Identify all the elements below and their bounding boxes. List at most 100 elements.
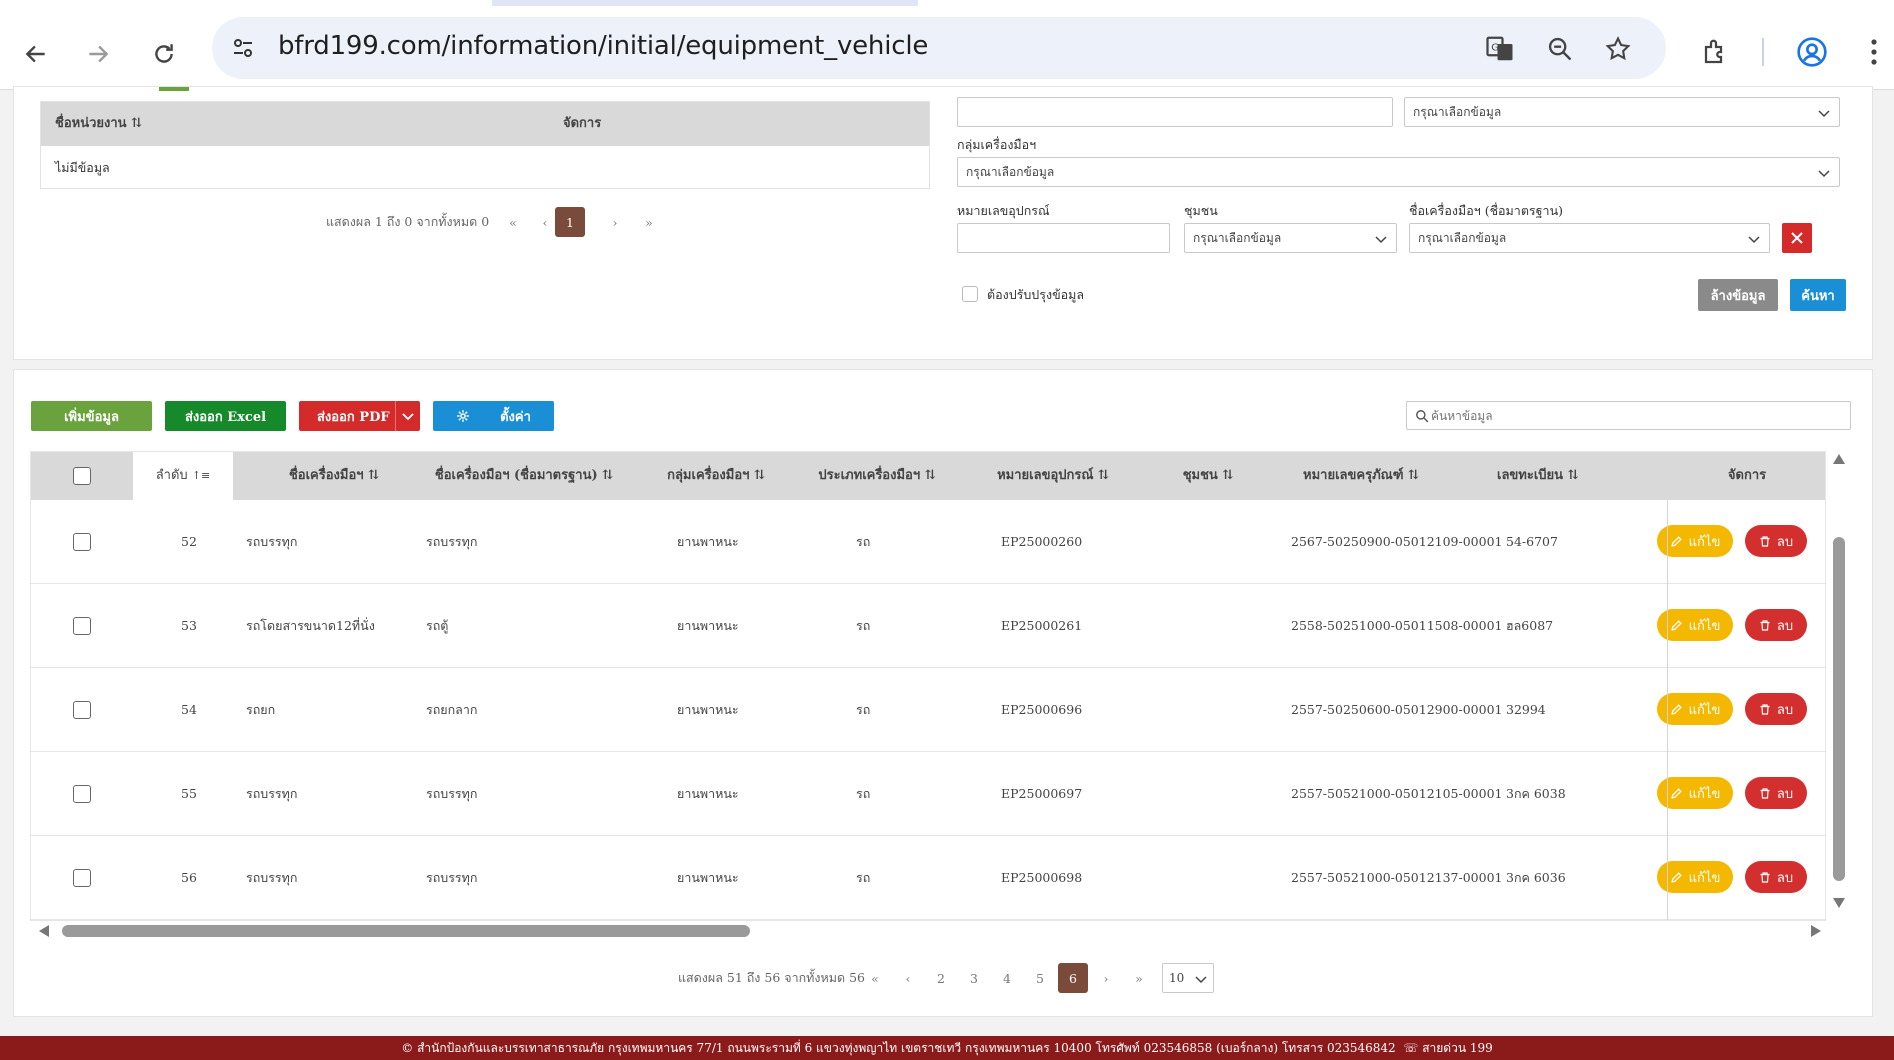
col-unit-label: ชื่อหน่วยงาน [55,116,127,131]
page-6-button[interactable]: 6 [1058,963,1088,993]
cell-group: ยานพาหนะ [677,534,739,549]
row-checkbox[interactable] [73,701,91,719]
cell-order: 55 [181,786,197,801]
col-std-name-label: ชื่อเครื่องมือฯ (ชื่อมาตรฐาน) [434,468,598,483]
col-asset-no-label: หมายเลขครุภัณฑ์ [1303,468,1404,483]
update-checkbox[interactable] [962,286,978,302]
reload-button[interactable] [140,30,188,78]
std-name-select[interactable]: กรุณาเลือกข้อมูล [1409,223,1770,253]
profile-avatar-icon[interactable] [1790,30,1834,74]
back-button[interactable] [12,30,60,78]
footer-hotline: สายด่วน 199 [1422,1041,1493,1055]
chevron-down-icon [402,413,414,421]
page-4-button[interactable]: 4 [992,963,1022,993]
col-name-label: ชื่อเครื่องมือฯ [288,468,364,483]
select-all-checkbox[interactable] [73,467,91,485]
horizontal-scrollbar[interactable] [34,922,1826,940]
address-bar[interactable]: bfrd199.com/information/initial/equipmen… [212,17,1666,79]
filter-card: ชื่อหน่วยงาน ⇅ จัดการ ไม่มีข้อมูล แสดงผล… [13,86,1873,360]
col-unit-header[interactable]: ชื่อหน่วยงาน ⇅ [55,102,142,146]
col-type-label: ประเภทเครื่องมือฯ [818,468,921,483]
equip-no-input[interactable] [957,223,1170,253]
community-select[interactable]: กรุณาเลือกข้อมูล [1184,223,1397,253]
col-order-header[interactable]: ลำดับ ↑≡ [133,452,233,500]
vertical-scroll-thumb[interactable] [1833,537,1845,881]
col-community-header[interactable]: ชุมชน ⇅ [1153,452,1263,500]
site-settings-icon[interactable] [226,31,260,65]
row-checkbox[interactable] [73,785,91,803]
col-equip-no-header[interactable]: หมายเลขอุปกรณ์ ⇅ [963,452,1143,500]
next-page-button[interactable]: › [600,207,630,237]
col-asset-no-header[interactable]: หมายเลขครุภัณฑ์ ⇅ [1281,452,1441,500]
forward-arrow-icon [89,45,109,63]
bookmark-star-icon[interactable] [1600,31,1636,67]
clear-std-name-button[interactable] [1782,223,1812,253]
community-label: ชุมชน [1184,203,1218,218]
cell-asset-no: 2567-50250900-05012109-00001 [1291,534,1503,549]
table-row: 56 รถบรรทุก รถบรรทุก ยานพาหนะ รถ EP25000… [31,836,1825,920]
col-reg-no-header[interactable]: เลขทะเบียน ⇅ [1497,452,1607,500]
last-page-button[interactable]: » [1124,963,1154,993]
settings-button[interactable]: ตั้งค่า [433,401,554,431]
unit-page-1[interactable]: 1 [555,207,585,237]
row-checkbox[interactable] [73,617,91,635]
group-label: กลุ่มเครื่องมือฯ [957,137,1037,152]
sort-icon: ⇅ [131,116,142,131]
vertical-scrollbar[interactable] [1830,451,1848,921]
row-checkbox[interactable] [73,533,91,551]
prev-page-button[interactable]: ‹ [893,963,923,993]
page-size-select[interactable]: 10 [1162,963,1214,993]
scroll-up-icon [1833,454,1845,464]
cell-equip-no: EP25000698 [1001,870,1083,885]
page-3-button[interactable]: 3 [959,963,989,993]
table-row: 55 รถบรรทุก รถบรรทุก ยานพาหนะ รถ EP25000… [31,752,1825,836]
next-page-button[interactable]: › [1091,963,1121,993]
cell-type: รถ [856,534,871,549]
community-select-value: กรุณาเลือกข้อมูล [1193,231,1282,245]
top-text-input[interactable] [957,97,1393,127]
cell-order: 53 [181,618,197,633]
col-order-label: ลำดับ [155,468,188,483]
scroll-down-icon [1833,898,1845,908]
zoom-icon[interactable] [1542,31,1578,67]
add-button[interactable]: เพิ่มข้อมูล [31,401,152,431]
forward-button[interactable] [74,30,122,78]
last-page-button[interactable]: » [634,207,664,237]
update-checkbox-label: ต้องปรับปรุงข้อมูล [987,287,1085,302]
export-excel-button[interactable]: ส่งออก Excel [165,401,286,431]
page-2-button[interactable]: 2 [926,963,956,993]
table-search-input[interactable] [1431,404,1841,427]
col-group-header[interactable]: กลุ่มเครื่องมือฯ ⇅ [641,452,791,500]
url-text[interactable]: bfrd199.com/information/initial/equipmen… [278,31,928,61]
col-name-header[interactable]: ชื่อเครื่องมือฯ ⇅ [259,452,409,500]
cell-equip-no: EP25000261 [1001,618,1083,633]
first-page-button[interactable]: « [860,963,890,993]
pagination-text: แสดงผล 51 ถึง 56 จากทั้งหมด 56 [678,970,865,985]
col-manage-header: จัดการ [1727,468,1767,483]
horizontal-scroll-thumb[interactable] [62,925,750,937]
empty-text: ไม่มีข้อมูล [55,160,110,175]
first-page-button[interactable]: « [498,207,528,237]
row-checkbox[interactable] [73,869,91,887]
search-button[interactable]: ค้นหา [1790,279,1846,311]
menu-kebab-icon[interactable] [1860,30,1888,74]
reload-icon [155,44,173,63]
top-select[interactable]: กรุณาเลือกข้อมูล [1404,97,1840,127]
page-5-button[interactable]: 5 [1025,963,1055,993]
col-std-name-header[interactable]: ชื่อเครื่องมือฯ (ชื่อมาตรฐาน) ⇅ [419,452,629,500]
col-type-header[interactable]: ประเภทเครื่องมือฯ ⇅ [797,452,957,500]
table-search-box[interactable] [1406,401,1851,430]
cell-type: รถ [856,870,871,885]
close-icon [1791,232,1803,244]
extensions-icon[interactable] [1696,30,1736,74]
unit-table: ชื่อหน่วยงาน ⇅ จัดการ ไม่มีข้อมูล [40,101,930,189]
group-select[interactable]: กรุณาเลือกข้อมูล [957,157,1840,187]
cell-reg-no: 32994 [1506,702,1546,717]
export-pdf-button[interactable]: ส่งออก PDF [299,401,420,431]
cell-reg-no: 3กค 6038 [1506,786,1566,801]
cell-order: 56 [181,870,197,885]
clear-button[interactable]: ล้างข้อมูล [1698,279,1778,311]
browser-toolbar: bfrd199.com/information/initial/equipmen… [0,6,1894,90]
translate-icon[interactable]: G [1482,31,1518,67]
cell-equip-no: EP25000697 [1001,786,1083,801]
